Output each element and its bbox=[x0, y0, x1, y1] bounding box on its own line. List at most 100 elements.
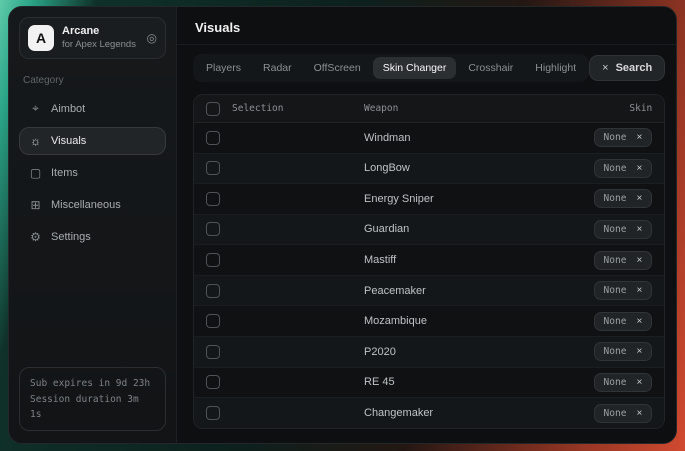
skin-select[interactable]: None × bbox=[594, 159, 653, 178]
column-header-weapon: Weapon bbox=[364, 103, 619, 114]
sidebar-item-aimbot[interactable]: ⌖ Aimbot bbox=[19, 94, 166, 123]
sidebar-item-settings[interactable]: ⚙ Settings bbox=[19, 223, 166, 251]
category-label: Category bbox=[23, 75, 162, 86]
subscription-info: Sub expires in 9d 23h Session duration 3… bbox=[19, 367, 166, 431]
sidebar-item-label: Visuals bbox=[51, 135, 86, 147]
clear-skin-icon[interactable]: × bbox=[636, 408, 642, 419]
skin-select[interactable]: None × bbox=[594, 404, 653, 423]
app-logo: A bbox=[28, 25, 54, 51]
tab-highlight[interactable]: Highlight bbox=[525, 57, 586, 79]
skin-value: None bbox=[604, 408, 627, 419]
weapon-name: LongBow bbox=[364, 162, 584, 174]
tab-bar: Players Radar OffScreen Skin Changer Cro… bbox=[193, 54, 589, 82]
weapon-name: Energy Sniper bbox=[364, 193, 584, 205]
row-checkbox[interactable] bbox=[206, 161, 220, 175]
row-checkbox[interactable] bbox=[206, 375, 220, 389]
table-row: Guardian None × bbox=[194, 215, 664, 246]
skin-value: None bbox=[604, 132, 627, 143]
search-button-label: Search bbox=[616, 62, 653, 74]
brand-card: A Arcane for Apex Legends ◎ bbox=[19, 17, 166, 59]
row-checkbox[interactable] bbox=[206, 131, 220, 145]
sidebar-item-label: Settings bbox=[51, 231, 91, 243]
skin-table: Selection Weapon Skin Windman None × Lon… bbox=[193, 94, 665, 429]
tab-crosshair[interactable]: Crosshair bbox=[458, 57, 523, 79]
clear-skin-icon[interactable]: × bbox=[636, 193, 642, 204]
column-header-skin: Skin bbox=[629, 103, 652, 114]
skin-select[interactable]: None × bbox=[594, 189, 653, 208]
clear-skin-icon[interactable]: × bbox=[636, 132, 642, 143]
search-icon: × bbox=[602, 62, 608, 74]
table-header-row: Selection Weapon Skin bbox=[194, 95, 664, 123]
app-subtitle: for Apex Legends bbox=[62, 39, 139, 51]
clear-skin-icon[interactable]: × bbox=[636, 285, 642, 296]
sidebar-item-label: Items bbox=[51, 167, 78, 179]
weapon-name: Windman bbox=[364, 132, 584, 144]
clear-skin-icon[interactable]: × bbox=[636, 377, 642, 388]
controls-bar: Players Radar OffScreen Skin Changer Cro… bbox=[177, 45, 677, 88]
sidebar-item-miscellaneous[interactable]: ⊞ Miscellaneous bbox=[19, 191, 166, 219]
box-icon: ▢ bbox=[29, 166, 42, 180]
main-header: Visuals bbox=[177, 7, 677, 45]
row-checkbox[interactable] bbox=[206, 284, 220, 298]
column-header-selection: Selection bbox=[232, 103, 354, 114]
main-panel: Visuals Players Radar OffScreen Skin Cha… bbox=[177, 7, 677, 443]
skin-select[interactable]: None × bbox=[594, 128, 653, 147]
row-checkbox[interactable] bbox=[206, 345, 220, 359]
skin-value: None bbox=[604, 255, 627, 266]
row-checkbox[interactable] bbox=[206, 192, 220, 206]
weapon-name: Changemaker bbox=[364, 407, 584, 419]
table-row: Mozambique None × bbox=[194, 306, 664, 337]
row-checkbox[interactable] bbox=[206, 222, 220, 236]
table-row: Changemaker None × bbox=[194, 398, 664, 428]
table-row: P2020 None × bbox=[194, 337, 664, 368]
tab-radar[interactable]: Radar bbox=[253, 57, 302, 79]
skin-select[interactable]: None × bbox=[594, 281, 653, 300]
weapon-name: Guardian bbox=[364, 223, 584, 235]
skin-select[interactable]: None × bbox=[594, 251, 653, 270]
table-row: LongBow None × bbox=[194, 154, 664, 185]
crosshair-icon: ⌖ bbox=[29, 101, 42, 116]
table-row: Mastiff None × bbox=[194, 245, 664, 276]
select-all-checkbox[interactable] bbox=[206, 102, 220, 116]
skin-select[interactable]: None × bbox=[594, 312, 653, 331]
row-checkbox[interactable] bbox=[206, 406, 220, 420]
clear-skin-icon[interactable]: × bbox=[636, 316, 642, 327]
skin-value: None bbox=[604, 285, 627, 296]
clear-skin-icon[interactable]: × bbox=[636, 255, 642, 266]
row-checkbox[interactable] bbox=[206, 253, 220, 267]
table-row: Energy Sniper None × bbox=[194, 184, 664, 215]
skin-select[interactable]: None × bbox=[594, 373, 653, 392]
clear-skin-icon[interactable]: × bbox=[636, 346, 642, 357]
skin-select[interactable]: None × bbox=[594, 342, 653, 361]
sidebar-item-label: Aimbot bbox=[51, 103, 85, 115]
sub-expires-text: Sub expires in 9d 23h bbox=[30, 376, 155, 391]
skin-select[interactable]: None × bbox=[594, 220, 653, 239]
skin-value: None bbox=[604, 193, 627, 204]
session-duration-text: Session duration 3m 1s bbox=[30, 392, 155, 422]
grid-icon: ⊞ bbox=[29, 198, 42, 212]
row-checkbox[interactable] bbox=[206, 314, 220, 328]
table-row: Peacemaker None × bbox=[194, 276, 664, 307]
app-title: Arcane bbox=[62, 25, 139, 39]
table-row: Windman None × bbox=[194, 123, 664, 154]
weapon-name: Mastiff bbox=[364, 254, 584, 266]
sidebar-item-items[interactable]: ▢ Items bbox=[19, 159, 166, 187]
skin-value: None bbox=[604, 346, 627, 357]
brand-text: Arcane for Apex Legends bbox=[62, 25, 139, 51]
visuals-icon: ☼ bbox=[29, 134, 42, 148]
page-title: Visuals bbox=[195, 20, 663, 35]
search-button[interactable]: × Search bbox=[589, 55, 665, 81]
clear-skin-icon[interactable]: × bbox=[636, 163, 642, 174]
target-icon[interactable]: ◎ bbox=[147, 31, 157, 45]
tab-skin-changer[interactable]: Skin Changer bbox=[373, 57, 457, 79]
app-window: A Arcane for Apex Legends ◎ Category ⌖ A… bbox=[8, 6, 677, 444]
sidebar-item-visuals[interactable]: ☼ Visuals bbox=[19, 127, 166, 155]
tab-players[interactable]: Players bbox=[196, 57, 251, 79]
clear-skin-icon[interactable]: × bbox=[636, 224, 642, 235]
weapon-name: RE 45 bbox=[364, 376, 584, 388]
gear-icon: ⚙ bbox=[29, 230, 42, 244]
tab-offscreen[interactable]: OffScreen bbox=[304, 57, 371, 79]
skin-value: None bbox=[604, 316, 627, 327]
sidebar: A Arcane for Apex Legends ◎ Category ⌖ A… bbox=[9, 7, 177, 443]
skin-value: None bbox=[604, 224, 627, 235]
